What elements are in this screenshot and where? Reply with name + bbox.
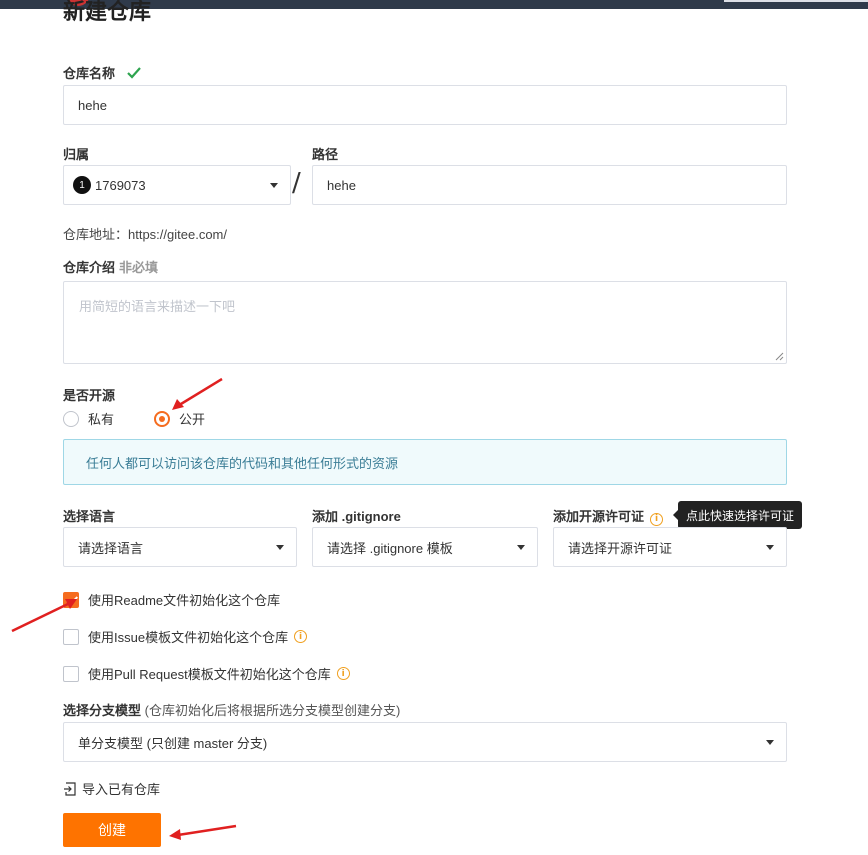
visibility-info-box: 任何人都可以访问该仓库的代码和其他任何形式的资源 — [63, 439, 787, 485]
init-pr-checkbox[interactable] — [63, 665, 79, 682]
language-select-value: 请选择语言 — [78, 540, 144, 556]
repo-name-input[interactable]: hehe — [63, 85, 787, 125]
import-repo-link[interactable]: 导入已有仓库 — [63, 779, 160, 798]
path-separator: / — [292, 168, 301, 198]
license-select[interactable]: 请选择开源许可证 — [553, 527, 787, 567]
init-pr-option[interactable]: 使用Pull Request模板文件初始化这个仓库 i — [63, 664, 350, 683]
gitignore-label: 添加 .gitignore — [312, 509, 401, 524]
language-label: 选择语言 — [63, 509, 116, 524]
nav-search-box[interactable] — [724, 0, 868, 2]
gitignore-select-value: 请选择 .gitignore 模板 — [327, 540, 453, 556]
init-pr-label: 使用Pull Request模板文件初始化这个仓库 — [88, 667, 331, 682]
init-issue-label: 使用Issue模板文件初始化这个仓库 — [88, 630, 289, 645]
owner-label: 归属 — [63, 147, 90, 162]
create-button[interactable]: 创建 — [63, 813, 161, 847]
license-tooltip: 点此快速选择许可证 — [673, 501, 802, 529]
repo-name-label-text: 仓库名称 — [63, 66, 116, 81]
license-select-value: 请选择开源许可证 — [568, 540, 673, 556]
info-icon[interactable]: i — [294, 630, 308, 643]
import-icon — [64, 781, 76, 796]
path-label: 路径 — [312, 147, 339, 162]
info-icon[interactable]: i — [650, 512, 664, 526]
branch-model-label: 选择分支模型 (仓库初始化后将根据所选分支模型创建分支) — [63, 700, 400, 719]
chevron-down-icon — [766, 545, 774, 550]
owner-select[interactable]: 1 1769073 — [63, 165, 291, 205]
chevron-down-icon — [270, 183, 278, 188]
radio-private-label: 私有 — [88, 412, 115, 427]
radio-private[interactable]: 私有 — [63, 409, 114, 428]
description-textarea[interactable]: 用简短的语言来描述一下吧 — [63, 281, 787, 364]
branch-model-label-text: 选择分支模型 — [63, 703, 142, 718]
check-icon — [126, 67, 141, 79]
branch-model-hint: (仓库初始化后将根据所选分支模型创建分支) — [144, 703, 401, 718]
owner-avatar: 1 — [73, 176, 91, 194]
branch-model-select-value: 单分支模型 (只创建 master 分支) — [78, 735, 268, 751]
annotation-arrow-icon — [11, 599, 77, 633]
repo-name-label: 仓库名称 — [63, 63, 141, 82]
page-title: 新建仓库 — [63, 0, 152, 24]
chevron-down-icon — [766, 740, 774, 745]
import-repo-label: 导入已有仓库 — [82, 782, 161, 797]
branch-model-select[interactable]: 单分支模型 (只创建 master 分支) — [63, 722, 787, 762]
resize-grip-icon[interactable] — [775, 352, 784, 361]
init-readme-label: 使用Readme文件初始化这个仓库 — [88, 593, 281, 608]
annotation-arrow-icon — [169, 824, 237, 840]
license-label: 添加开源许可证 i — [553, 506, 664, 526]
init-readme-option[interactable]: 使用Readme文件初始化这个仓库 — [63, 590, 280, 609]
gitignore-select[interactable]: 请选择 .gitignore 模板 — [312, 527, 538, 567]
description-placeholder: 用简短的语言来描述一下吧 — [79, 299, 236, 314]
chevron-down-icon — [276, 545, 284, 550]
language-select[interactable]: 请选择语言 — [63, 527, 297, 567]
radio-public-button[interactable] — [154, 410, 170, 427]
repo-address: 仓库地址：https://gitee.com/ — [63, 227, 227, 242]
init-issue-option[interactable]: 使用Issue模板文件初始化这个仓库 i — [63, 627, 308, 646]
license-label-text: 添加开源许可证 — [553, 509, 645, 524]
radio-private-button[interactable] — [63, 410, 79, 427]
annotation-arrow-icon — [172, 377, 223, 410]
description-label: 仓库介绍 非必填 — [63, 257, 158, 276]
info-icon[interactable]: i — [336, 667, 350, 680]
path-input[interactable]: hehe — [312, 165, 787, 205]
chevron-down-icon — [517, 545, 525, 550]
description-label-text: 仓库介绍 — [63, 260, 116, 275]
optional-tag: 非必填 — [119, 260, 159, 275]
owner-select-value: 1769073 — [95, 177, 146, 193]
visibility-label: 是否开源 — [63, 388, 116, 403]
